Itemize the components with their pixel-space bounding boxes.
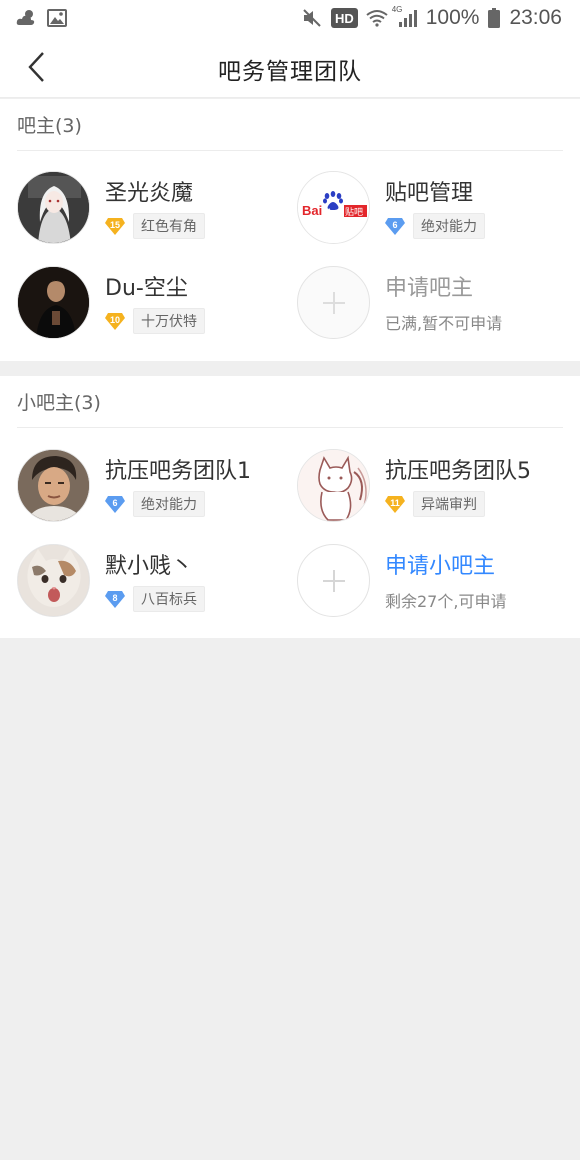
- member-level-row: 10 十万伏特: [105, 308, 205, 334]
- apply-owner-item[interactable]: 申请吧主 已满,暂不可申请: [297, 266, 567, 342]
- apply-junior-item[interactable]: 申请小吧主 剩余27个,可申请: [297, 544, 567, 620]
- member-title-tag: 绝对能力: [133, 491, 205, 517]
- avatar[interactable]: [297, 449, 370, 522]
- member-card[interactable]: 默小贱丶 8 八百标兵: [17, 544, 287, 620]
- level-gem-icon: 15: [105, 217, 125, 235]
- member-title-tag: 十万伏特: [133, 308, 205, 334]
- level-number: 15: [109, 220, 120, 230]
- member-title-tag: 红色有角: [133, 213, 205, 239]
- member-level-row: 6 绝对能力: [105, 491, 205, 517]
- level-number: 10: [109, 315, 120, 325]
- add-button[interactable]: [297, 266, 370, 339]
- junior-section: 小吧主(3) 抗压吧务团队1 6 绝对能力 抗压吧务团队5 11 异端审判 默小…: [0, 376, 580, 638]
- avatar[interactable]: [17, 266, 90, 339]
- member-title-tag: 绝对能力: [413, 213, 485, 239]
- member-name[interactable]: 抗压吧务团队1: [105, 453, 251, 485]
- level-number: 11: [390, 498, 400, 508]
- weather-cloud-icon: [16, 8, 38, 28]
- member-level-row: 15 红色有角: [105, 213, 205, 239]
- baidu-tieba-logo: Bai du 贴吧: [298, 172, 369, 243]
- svg-text:du: du: [325, 207, 336, 217]
- wifi-icon: [366, 8, 388, 28]
- mute-icon: [301, 8, 323, 28]
- level-number: 8: [112, 593, 118, 603]
- member-name[interactable]: 抗压吧务团队5: [385, 453, 531, 485]
- hd-badge: HD: [330, 8, 358, 28]
- avatar[interactable]: Bai du 贴吧: [297, 171, 370, 244]
- member-card[interactable]: Du-空尘 10 十万伏特: [17, 266, 287, 342]
- battery-percent: 100%: [425, 6, 480, 29]
- plus-icon: [322, 291, 345, 314]
- level-gem-icon: 6: [385, 217, 405, 235]
- network-label: 4G: [391, 5, 403, 14]
- owners-section: 吧主(3) 圣光炎魔 15 红色有角 Bai du 贴吧 贴吧管理 6 绝对能力…: [0, 99, 580, 361]
- level-gem-icon: 6: [105, 495, 125, 513]
- member-name[interactable]: 默小贱丶: [105, 548, 193, 580]
- apply-owner-hint: 已满,暂不可申请: [385, 314, 503, 333]
- apply-junior-label[interactable]: 申请小吧主: [385, 548, 495, 580]
- level-gem-icon: 8: [105, 590, 125, 608]
- page-title: 吧务管理团队: [218, 59, 362, 85]
- svg-text:Bai: Bai: [302, 203, 322, 218]
- clock: 23:06: [509, 6, 562, 29]
- signal-icon: 4G: [392, 5, 418, 28]
- add-button[interactable]: [297, 544, 370, 617]
- member-name[interactable]: 贴吧管理: [385, 175, 473, 207]
- owners-heading: 吧主(3): [17, 99, 563, 151]
- level-gem-icon: 10: [105, 312, 125, 330]
- junior-heading: 小吧主(3): [17, 376, 563, 428]
- status-bar: HD 4G 100% 23:06: [0, 0, 580, 36]
- member-level-row: 6 绝对能力: [385, 213, 485, 239]
- member-level-row: 8 八百标兵: [105, 586, 205, 612]
- navigation-bar: 吧务管理团队: [0, 36, 580, 98]
- plus-icon: [322, 569, 345, 592]
- level-gem-icon: 11: [385, 495, 405, 513]
- avatar[interactable]: [17, 544, 90, 617]
- member-card[interactable]: 圣光炎魔 15 红色有角: [17, 171, 287, 247]
- member-name[interactable]: 圣光炎魔: [105, 175, 193, 207]
- apply-junior-hint: 剩余27个,可申请: [385, 592, 507, 611]
- member-title-tag: 异端审判: [413, 491, 485, 517]
- level-number: 6: [392, 220, 398, 230]
- member-title-tag: 八百标兵: [133, 586, 205, 612]
- avatar[interactable]: [17, 449, 90, 522]
- apply-owner-label[interactable]: 申请吧主: [385, 270, 473, 302]
- member-name[interactable]: Du-空尘: [105, 270, 188, 302]
- member-card[interactable]: Bai du 贴吧 贴吧管理 6 绝对能力: [297, 171, 567, 247]
- gallery-icon: [46, 8, 68, 28]
- member-level-row: 11 异端审判: [385, 491, 485, 517]
- level-number: 6: [112, 498, 118, 508]
- member-card[interactable]: 抗压吧务团队5 11 异端审判: [297, 449, 567, 525]
- member-card[interactable]: 抗压吧务团队1 6 绝对能力: [17, 449, 287, 525]
- svg-text:贴吧: 贴吧: [345, 206, 363, 218]
- avatar[interactable]: [17, 171, 90, 244]
- battery-icon: [487, 8, 501, 28]
